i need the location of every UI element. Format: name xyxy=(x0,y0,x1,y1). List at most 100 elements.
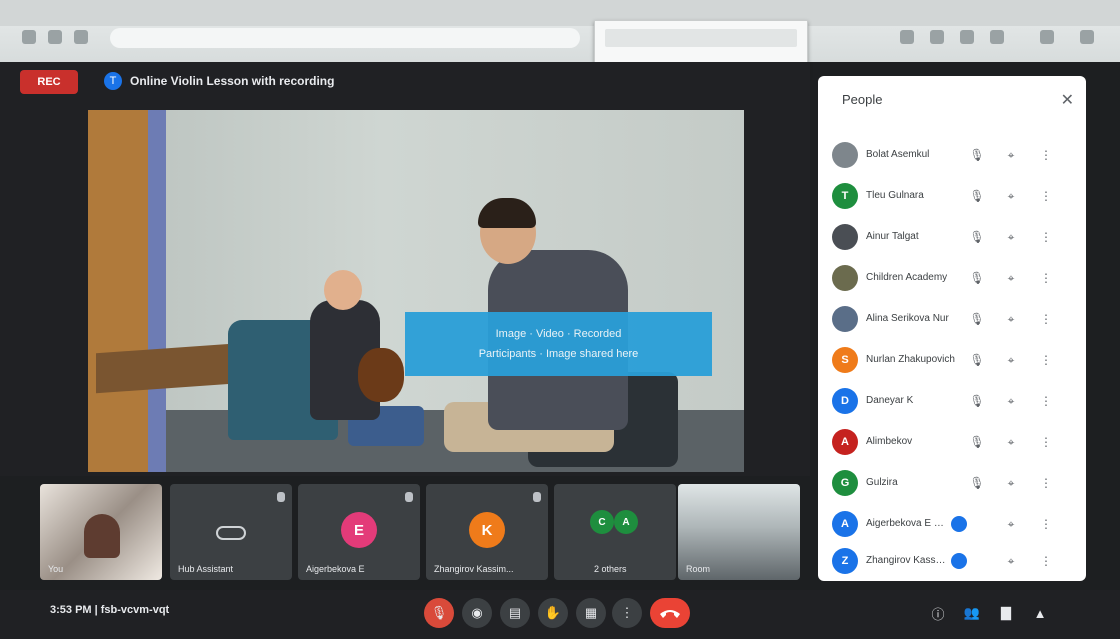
people-icon[interactable]: 👥 xyxy=(960,601,984,625)
tile-name: Zhangirov Kassim... xyxy=(434,564,514,574)
more-vert-icon[interactable]: ⋮ xyxy=(1040,269,1052,287)
meeting-time-code: 3:53 PM | fsb-vcvm-vqt xyxy=(50,604,170,616)
more-vert-icon[interactable]: ⋮ xyxy=(1040,351,1052,369)
mic-icon[interactable]: 🎙 xyxy=(969,187,984,205)
participant-name: Zhangirov Kassim (Presentation) xyxy=(866,555,946,566)
camera-icon[interactable]: ◉ xyxy=(462,598,492,628)
avatar: A xyxy=(832,511,858,537)
back-icon[interactable] xyxy=(22,30,36,44)
avatar: A xyxy=(832,429,858,455)
avatar: T xyxy=(832,183,858,209)
mic-icon[interactable]: 🎙 xyxy=(969,310,984,328)
mic-icon[interactable]: 🎙 xyxy=(969,351,984,369)
participant-tile[interactable]: Hub Assistant xyxy=(170,484,292,580)
participant-name: Alina Serikova Nur xyxy=(866,313,949,324)
close-icon[interactable]: ✕ xyxy=(1061,90,1074,110)
avatar xyxy=(832,265,858,291)
more-vert-icon[interactable]: ⋮ xyxy=(1040,187,1052,205)
mic-off-icon[interactable]: 🎙 xyxy=(424,598,454,628)
participant-name: Daneyar K xyxy=(866,395,914,406)
tile-name: 2 others xyxy=(594,564,627,574)
participant-row[interactable]: Ainur Talgat 🎙 ⌖ ⋮ xyxy=(818,218,1086,258)
main-video-feed[interactable] xyxy=(88,110,744,472)
participant-tile-self[interactable]: You xyxy=(40,484,162,580)
participant-tile[interactable]: Room xyxy=(678,484,800,580)
tile-name: Hub Assistant xyxy=(178,564,234,574)
more-vert-icon[interactable]: ⋮ xyxy=(1040,515,1052,533)
chat-icon[interactable]: ▇ xyxy=(994,601,1018,625)
pin-icon[interactable]: ⌖ xyxy=(1004,515,1018,533)
info-icon[interactable]: ⓘ xyxy=(926,601,950,625)
avatar xyxy=(832,142,858,168)
more-vert-icon[interactable]: ⋮ xyxy=(1040,392,1052,410)
more-vert-icon[interactable]: ⋮ xyxy=(1040,228,1052,246)
pin-icon[interactable]: ⌖ xyxy=(1004,433,1018,451)
browser-menu-icon[interactable] xyxy=(1080,30,1094,44)
extension-icon[interactable] xyxy=(930,30,944,44)
pin-icon[interactable]: ⌖ xyxy=(1004,310,1018,328)
address-bar[interactable] xyxy=(110,28,580,48)
participant-row[interactable]: S Nurlan Zhakupovich 🎙 ⌖ ⋮ xyxy=(818,341,1086,381)
participant-tile[interactable]: E Aigerbekova E xyxy=(298,484,420,580)
participant-row[interactable]: D Daneyar K 🎙 ⌖ ⋮ xyxy=(818,382,1086,422)
participant-row[interactable]: A Alimbekov 🎙 ⌖ ⋮ xyxy=(818,423,1086,463)
avatar: G xyxy=(832,470,858,496)
browser-toolbar xyxy=(0,0,1120,62)
participant-row[interactable]: T Tleu Gulnara 🎙 ⌖ ⋮ xyxy=(818,177,1086,217)
more-options-icon[interactable]: ⋮ xyxy=(612,598,642,628)
participant-row[interactable]: Alina Serikova Nur 🎙 ⌖ ⋮ xyxy=(818,300,1086,340)
extension-icon[interactable] xyxy=(960,30,974,44)
people-panel: People ✕ Bolat Asemkul 🎙 ⌖ ⋮ T Tleu Guln… xyxy=(818,76,1086,581)
more-vert-icon[interactable]: ⋮ xyxy=(1040,146,1052,164)
captions-icon[interactable]: ▤ xyxy=(500,598,530,628)
more-vert-icon[interactable]: ⋮ xyxy=(1040,433,1052,451)
mic-icon[interactable]: 🎙 xyxy=(969,228,984,246)
tile-name: You xyxy=(48,564,64,574)
profile-icon[interactable] xyxy=(1040,30,1054,44)
extension-icon[interactable] xyxy=(990,30,1004,44)
more-vert-icon[interactable]: ⋮ xyxy=(1040,310,1052,328)
notice-line-2: Participants · Image shared here xyxy=(478,348,639,360)
more-vert-icon[interactable]: ⋮ xyxy=(1040,552,1052,570)
participant-name: Tleu Gulnara xyxy=(866,190,924,201)
pin-icon[interactable]: ⌖ xyxy=(1004,146,1018,164)
avatar: A xyxy=(614,510,638,534)
reload-icon[interactable] xyxy=(74,30,88,44)
leave-call-button[interactable] xyxy=(650,598,690,628)
activities-icon[interactable]: ▲ xyxy=(1028,601,1052,625)
notice-line-1: Image · Video · Recorded xyxy=(495,328,622,340)
pin-icon[interactable]: ⌖ xyxy=(1004,552,1018,570)
participant-name: Children Academy xyxy=(866,272,948,283)
present-icon[interactable]: ▦ xyxy=(576,598,606,628)
browser-tab-strip[interactable] xyxy=(0,0,1120,26)
mic-muted-icon xyxy=(405,492,413,502)
participant-row[interactable]: Children Academy 🎙 ⌖ ⋮ xyxy=(818,259,1086,299)
avatar: S xyxy=(832,347,858,373)
extension-icon[interactable] xyxy=(900,30,914,44)
pin-icon[interactable]: ⌖ xyxy=(1004,392,1018,410)
participant-row[interactable]: G Gulzira 🎙 ⌖ ⋮ xyxy=(818,464,1086,504)
mic-icon[interactable]: 🎙 xyxy=(969,146,984,164)
participant-tile-group[interactable]: C A 2 others xyxy=(554,484,676,580)
pin-icon[interactable]: ⌖ xyxy=(1004,351,1018,369)
participant-row[interactable]: Z Zhangirov Kassim (Presentation) ⌖ ⋮ xyxy=(818,542,1086,582)
raise-hand-icon[interactable]: ✋ xyxy=(538,598,568,628)
participant-row[interactable]: Bolat Asemkul 🎙 ⌖ ⋮ xyxy=(818,136,1086,176)
pin-icon[interactable]: ⌖ xyxy=(1004,269,1018,287)
video-violin xyxy=(358,348,404,402)
mic-icon[interactable]: 🎙 xyxy=(969,392,984,410)
participant-name: Bolat Asemkul xyxy=(866,149,930,160)
participant-tile[interactable]: K Zhangirov Kassim... xyxy=(426,484,548,580)
pin-icon[interactable]: ⌖ xyxy=(1004,474,1018,492)
mic-icon[interactable]: 🎙 xyxy=(969,269,984,287)
mic-icon[interactable]: 🎙 xyxy=(969,474,984,492)
forward-icon[interactable] xyxy=(48,30,62,44)
avatar: Z xyxy=(832,548,858,574)
pin-icon[interactable]: ⌖ xyxy=(1004,228,1018,246)
participant-row[interactable]: A Aigerbekova E (Presentation) ⌖ ⋮ xyxy=(818,505,1086,545)
dropdown-menu-item[interactable] xyxy=(605,29,797,47)
mic-icon[interactable]: 🎙 xyxy=(969,433,984,451)
pin-icon[interactable]: ⌖ xyxy=(1004,187,1018,205)
participant-name: Alimbekov xyxy=(866,436,913,447)
more-vert-icon[interactable]: ⋮ xyxy=(1040,474,1052,492)
